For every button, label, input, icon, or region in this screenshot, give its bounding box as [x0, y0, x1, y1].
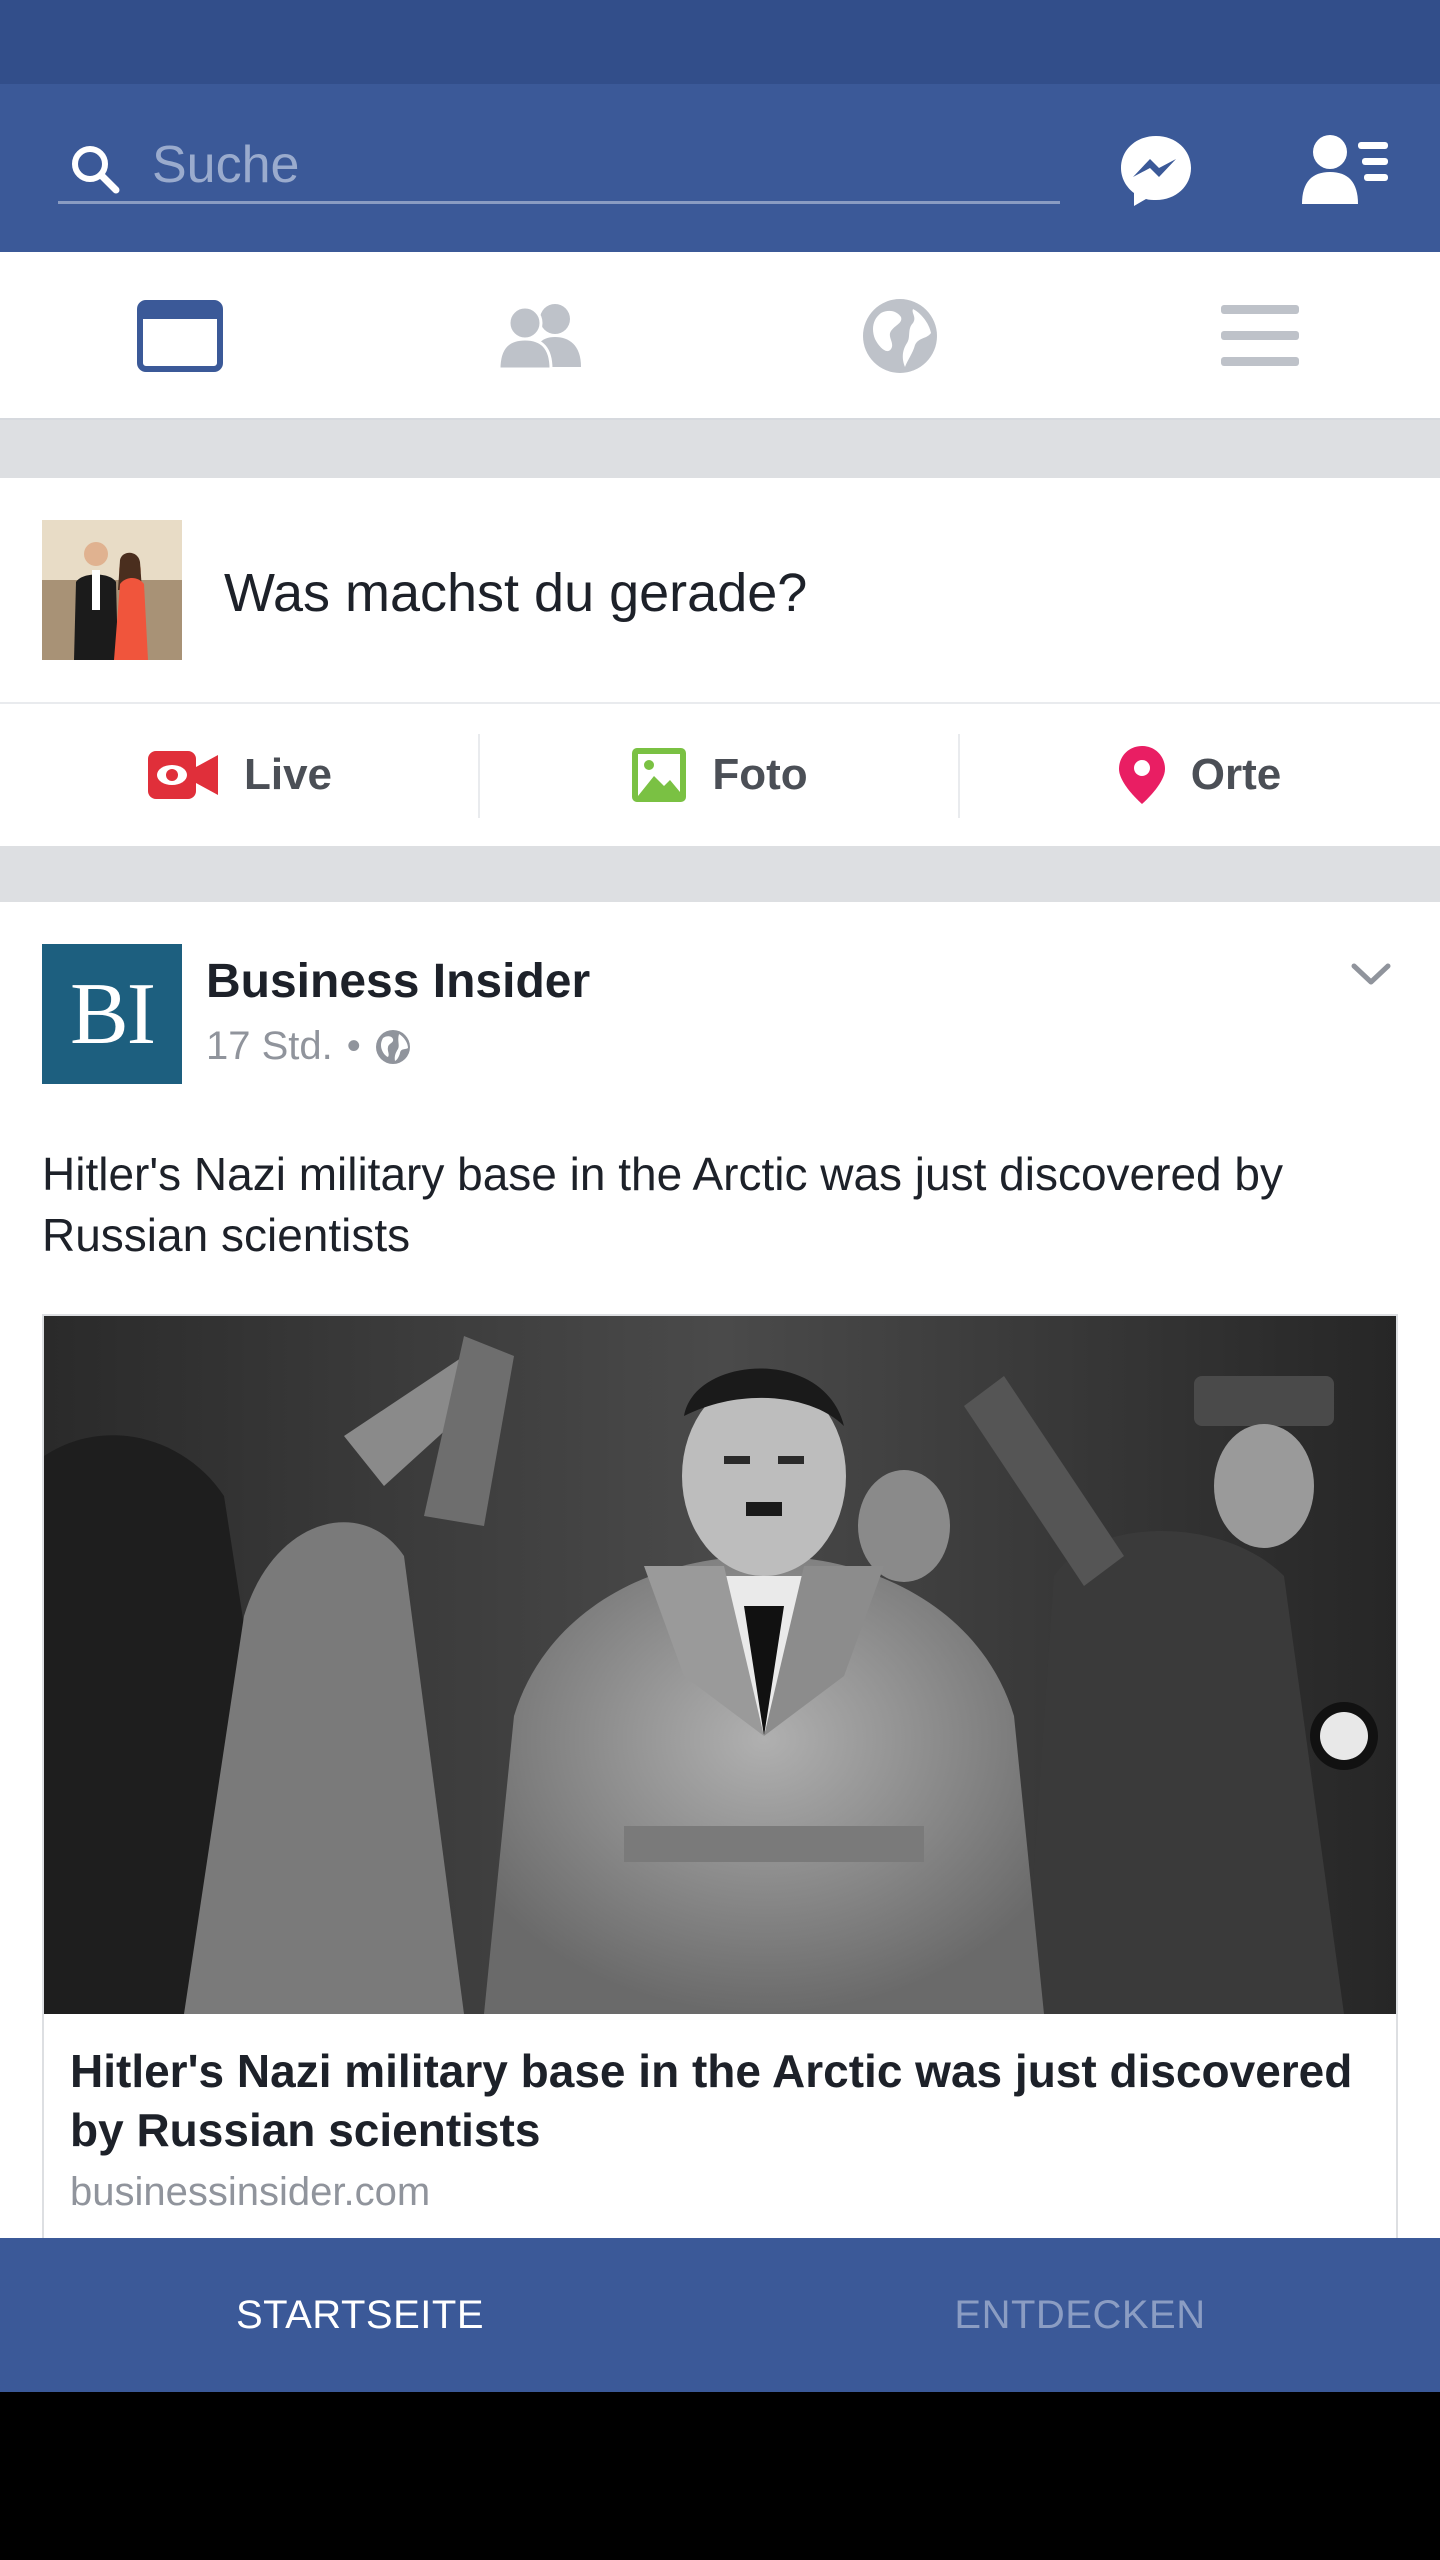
location-pin-icon: [1118, 746, 1165, 804]
menu-icon: [1221, 305, 1299, 366]
messenger-icon[interactable]: [1118, 132, 1194, 208]
post-text: Hitler's Nazi military base in the Arcti…: [42, 1148, 1283, 1261]
live-video-icon: [147, 751, 218, 799]
search-input[interactable]: [152, 130, 1032, 200]
link-title[interactable]: Hitler's Nazi military base in the Arcti…: [70, 2042, 1380, 2160]
tab-menu[interactable]: [1080, 252, 1440, 420]
live-button[interactable]: Live: [0, 704, 480, 846]
top-bar: [0, 84, 1440, 252]
composer-prompt[interactable]: Was machst du gerade?: [224, 562, 807, 624]
link-domain: businessinsider.com: [70, 2170, 431, 2214]
post-author[interactable]: Business Insider: [206, 954, 590, 1009]
page-logo[interactable]: BI: [42, 944, 182, 1084]
tab-news-feed[interactable]: [0, 252, 360, 420]
post-timestamp[interactable]: 17 Std.: [206, 1024, 333, 1069]
tab-bar: [0, 252, 1440, 420]
friend-requests-icon[interactable]: [1300, 132, 1390, 208]
bottom-nav: STARTSEITE ENTDECKEN: [0, 2238, 1440, 2392]
link-preview-image[interactable]: [44, 1316, 1398, 2014]
globe-icon: [863, 299, 937, 373]
feed-post: BI Business Insider 17 Std. • Hitler's N…: [0, 902, 1440, 2238]
places-label: Orte: [1190, 750, 1282, 799]
avatar[interactable]: [42, 520, 182, 660]
tab-notifications[interactable]: [720, 252, 1080, 420]
places-button[interactable]: Orte: [960, 704, 1440, 846]
tab-home[interactable]: STARTSEITE: [0, 2238, 720, 2392]
feed-divider: [0, 420, 1440, 478]
live-label: Live: [243, 750, 333, 799]
tab-discover[interactable]: ENTDECKEN: [720, 2238, 1440, 2392]
system-nav-bar: [0, 2392, 1440, 2560]
tab-friends[interactable]: [360, 252, 720, 420]
feed-divider: [0, 846, 1440, 902]
composer: Was machst du gerade? Live Foto Orte: [0, 478, 1440, 846]
search-field[interactable]: [58, 130, 1060, 204]
link-preview-card[interactable]: Hitler's Nazi military base in the Arcti…: [42, 1314, 1398, 2238]
photo-label: Foto: [712, 750, 808, 799]
search-icon: [72, 146, 120, 194]
photo-icon: [632, 748, 687, 802]
meta-separator: •: [346, 1024, 361, 1068]
post-meta: 17 Std. •: [206, 1024, 411, 1069]
globe-icon: [375, 1029, 410, 1064]
status-bar: [0, 0, 1440, 84]
photo-button[interactable]: Foto: [480, 704, 960, 846]
news-feed-icon: [137, 300, 223, 372]
friends-icon: [497, 304, 581, 371]
chevron-down-icon[interactable]: [1346, 950, 1396, 1000]
